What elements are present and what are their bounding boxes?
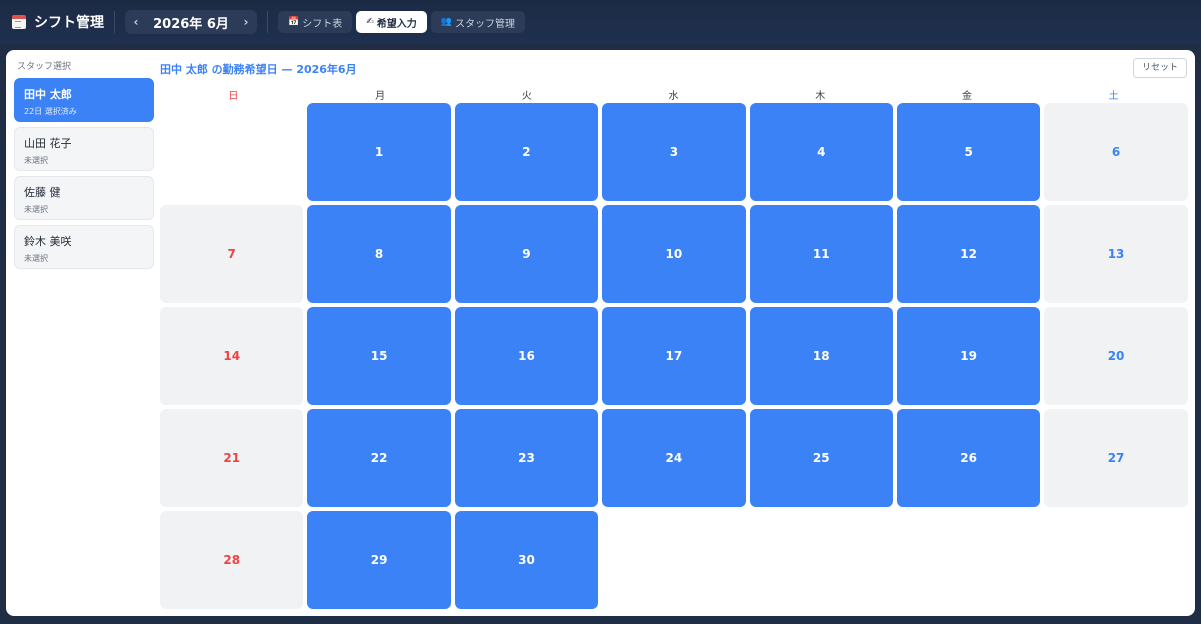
app-title-text: シフト管理 (34, 15, 104, 31)
calendar-icon: 📅 (288, 17, 300, 27)
calendar-heading: 田中 太郎 の勤務希望日 — 2026年6月 (160, 63, 357, 76)
calendar-empty-cell (160, 103, 303, 201)
tab-label: スタッフ管理 (454, 18, 515, 30)
tab-staff-management[interactable]: 👥 スタッフ管理 (430, 11, 525, 33)
tab-label: シフト表 (302, 18, 343, 30)
calendar-day-11[interactable]: 11 (749, 205, 893, 303)
month-navigator: ‹ 2026年 6月 › (125, 10, 257, 34)
calendar-day-7[interactable]: 7 (160, 205, 304, 303)
weekday-sun: 日 (228, 91, 239, 102)
calendar-day-23[interactable]: 23 (454, 409, 599, 507)
prev-month-button[interactable]: ‹ (125, 15, 147, 29)
staff-name: 田中 太郎 (24, 88, 72, 101)
calendar-day-16[interactable]: 16 (454, 307, 599, 405)
main-panel: スタッフ選択 田中 太郎 22日 選択済み 山田 花子 未選択 佐藤 健 未選択… (6, 50, 1195, 616)
calendar-day-30[interactable]: 30 (454, 511, 599, 609)
people-icon: 👥 (440, 17, 452, 27)
staff-name: 佐藤 健 (24, 186, 61, 199)
calendar-day-25[interactable]: 25 (749, 409, 893, 507)
staff-status: 未選択 (24, 205, 48, 214)
reset-button[interactable]: リセット (1133, 58, 1187, 78)
calendar-day-3[interactable]: 3 (602, 103, 746, 201)
top-bar: シフト管理 ‹ 2026年 6月 › 📅 シフト表 ✍ 希望入力 👥 スタッフ管… (0, 0, 1201, 44)
calendar-day-4[interactable]: 4 (749, 103, 893, 201)
calendar-day-18[interactable]: 18 (749, 307, 893, 405)
weekday-header: 日 月 火 水 木 金 土 (160, 87, 1187, 102)
app-title: シフト管理 (12, 12, 104, 32)
calendar-day-6[interactable]: 6 (1044, 103, 1188, 201)
staff-item-yamada[interactable]: 山田 花子 未選択 (14, 127, 154, 171)
weekday-tue: 火 (521, 91, 532, 102)
calendar-day-21[interactable]: 21 (160, 409, 304, 507)
tab-label: 希望入力 (376, 18, 417, 30)
sidebar-caption: スタッフ選択 (17, 62, 72, 72)
calendar-day-13[interactable]: 13 (1044, 205, 1188, 303)
calendar-day-5[interactable]: 5 (896, 103, 1041, 201)
calendar-day-12[interactable]: 12 (896, 205, 1041, 303)
staff-status: 22日 選択済み (24, 107, 77, 116)
calendar-day-19[interactable]: 19 (896, 307, 1041, 405)
calendar-day-2[interactable]: 2 (454, 103, 599, 201)
weekday-thu: 木 (815, 91, 826, 102)
next-month-button[interactable]: › (235, 15, 257, 29)
staff-item-sato[interactable]: 佐藤 健 未選択 (14, 176, 154, 220)
calendar-day-14[interactable]: 14 (160, 307, 304, 405)
calendar-day-22[interactable]: 22 (307, 409, 451, 507)
calendar-icon (12, 15, 26, 29)
divider (267, 11, 268, 33)
calendar-day-8[interactable]: 8 (307, 205, 451, 303)
pencil-icon: ✍ (366, 17, 374, 27)
weekday-wed: 水 (668, 91, 679, 102)
calendar-grid: 1 2 3 4 5 6 7 8 9 10 11 12 13 14 15 16 17 18 19 20 21 22 23 24 2… (160, 103, 1189, 609)
weekday-sat: 土 (1108, 91, 1119, 102)
staff-sidebar: スタッフ選択 田中 太郎 22日 選択済み 山田 花子 未選択 佐藤 健 未選択… (14, 56, 154, 274)
current-month-label: 2026年 6月 (153, 16, 229, 32)
calendar-day-15[interactable]: 15 (307, 307, 451, 405)
staff-status: 未選択 (24, 156, 48, 165)
weekday-mon: 月 (375, 91, 386, 102)
staff-item-tanaka[interactable]: 田中 太郎 22日 選択済み (14, 78, 154, 122)
staff-name: 山田 花子 (24, 137, 72, 150)
calendar-day-1[interactable]: 1 (307, 103, 451, 201)
staff-item-suzuki[interactable]: 鈴木 美咲 未選択 (14, 225, 154, 269)
tab-shift-table[interactable]: 📅 シフト表 (278, 11, 353, 33)
staff-name: 鈴木 美咲 (24, 235, 72, 248)
calendar-day-10[interactable]: 10 (602, 205, 746, 303)
staff-status: 未選択 (24, 254, 48, 263)
calendar-day-29[interactable]: 29 (307, 511, 451, 609)
calendar-day-28[interactable]: 28 (160, 511, 304, 609)
calendar-day-17[interactable]: 17 (602, 307, 746, 405)
calendar-day-27[interactable]: 27 (1044, 409, 1188, 507)
calendar-day-26[interactable]: 26 (896, 409, 1041, 507)
calendar-day-20[interactable]: 20 (1044, 307, 1188, 405)
divider (114, 11, 115, 33)
calendar-day-9[interactable]: 9 (454, 205, 599, 303)
calendar-day-24[interactable]: 24 (602, 409, 746, 507)
tab-preference-input[interactable]: ✍ 希望入力 (356, 11, 427, 33)
weekday-fri: 金 (961, 91, 972, 102)
